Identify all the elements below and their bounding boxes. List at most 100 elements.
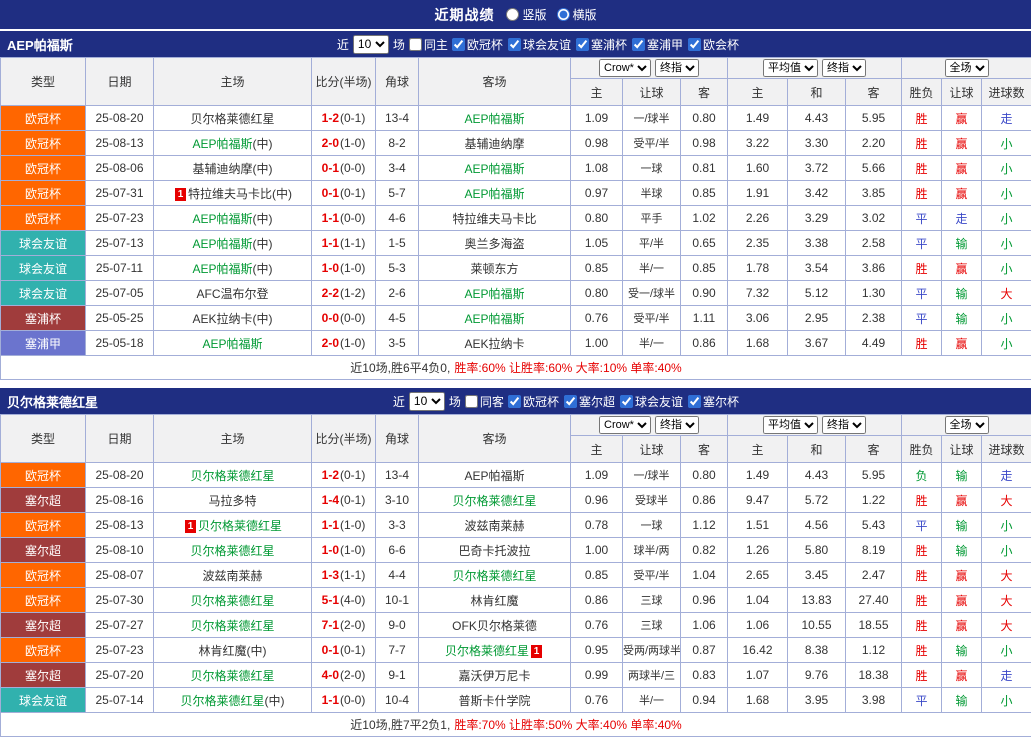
score-cell[interactable]: 1-3(1-1) (312, 563, 376, 588)
away-team[interactable]: 莱顿东方 (419, 256, 571, 281)
score-cell[interactable]: 1-0(1-0) (312, 256, 376, 281)
score-cell[interactable]: 7-1(2-0) (312, 613, 376, 638)
league-filter-checkbox[interactable] (620, 395, 633, 408)
score-cell[interactable]: 1-1(0-0) (312, 206, 376, 231)
away-team[interactable]: AEP帕福斯 (419, 106, 571, 131)
handicap-stage-select[interactable]: 终指 (655, 416, 699, 434)
score-cell[interactable]: 0-1(0-1) (312, 181, 376, 206)
league-filter-checkbox[interactable] (576, 38, 589, 51)
home-team[interactable]: 贝尔格莱德红星 (154, 588, 312, 613)
away-team[interactable]: 贝尔格莱德红星 (419, 488, 571, 513)
away-team[interactable]: 林肯红魔 (419, 588, 571, 613)
average-select[interactable]: 平均值 (763, 416, 818, 434)
average-select[interactable]: 平均值 (763, 59, 818, 77)
home-team[interactable]: AEP帕福斯(中) (154, 256, 312, 281)
radio-icon[interactable] (506, 8, 519, 21)
home-team[interactable]: 贝尔格莱德红星 (154, 663, 312, 688)
home-team[interactable]: 马拉多特 (154, 488, 312, 513)
away-team[interactable]: 波兹南莱赫 (419, 513, 571, 538)
home-team[interactable]: 波兹南莱赫 (154, 563, 312, 588)
euro-stage-select[interactable]: 终指 (822, 59, 866, 77)
home-team[interactable]: AEP帕福斯(中) (154, 231, 312, 256)
away-team[interactable]: 贝尔格莱德红星 (419, 563, 571, 588)
away-team[interactable]: 贝尔格莱德红星1 (419, 638, 571, 663)
away-team[interactable]: 嘉沃伊万尼卡 (419, 663, 571, 688)
league-filter[interactable]: 塞尔杯 (688, 393, 739, 410)
home-team[interactable]: 贝尔格莱德红星 (154, 463, 312, 488)
league-filter[interactable]: 塞浦杯 (576, 36, 627, 53)
score-cell[interactable]: 2-0(1-0) (312, 331, 376, 356)
score-cell[interactable]: 1-1(1-1) (312, 231, 376, 256)
league-filter[interactable]: 欧会杯 (688, 36, 739, 53)
score-cell[interactable]: 0-1(0-1) (312, 638, 376, 663)
same-venue-filter[interactable]: 同客 (465, 393, 504, 410)
away-team[interactable]: AEP帕福斯 (419, 463, 571, 488)
league-filter[interactable]: 欧冠杯 (508, 393, 559, 410)
home-team[interactable]: 贝尔格莱德红星(中) (154, 688, 312, 713)
score-cell[interactable]: 4-0(2-0) (312, 663, 376, 688)
home-team[interactable]: AEP帕福斯(中) (154, 206, 312, 231)
score-cell[interactable]: 5-1(4-0) (312, 588, 376, 613)
score-cell[interactable]: 2-0(1-0) (312, 131, 376, 156)
score-cell[interactable]: 1-0(1-0) (312, 538, 376, 563)
score-cell[interactable]: 0-0(0-0) (312, 306, 376, 331)
away-team[interactable]: 奥兰多海盗 (419, 231, 571, 256)
home-team[interactable]: 基辅迪纳摩(中) (154, 156, 312, 181)
home-team[interactable]: 1贝尔格莱德红星 (154, 513, 312, 538)
euro-stage-select[interactable]: 终指 (822, 416, 866, 434)
scope-select[interactable]: 全场 (945, 59, 989, 77)
score-cell[interactable]: 0-1(0-0) (312, 156, 376, 181)
same-venue-filter[interactable]: 同主 (409, 36, 448, 53)
away-team[interactable]: AEP帕福斯 (419, 156, 571, 181)
league-filter-checkbox[interactable] (632, 38, 645, 51)
layout-radio-horizontal[interactable]: 横版 (557, 6, 597, 23)
score-cell[interactable]: 1-2(0-1) (312, 106, 376, 131)
league-filter-checkbox[interactable] (564, 395, 577, 408)
home-team[interactable]: 贝尔格莱德红星 (154, 538, 312, 563)
bookmaker-select[interactable]: Crow* (599, 416, 651, 434)
league-filter-checkbox[interactable] (508, 38, 521, 51)
league-filter-checkbox[interactable] (688, 395, 701, 408)
match-date: 25-08-16 (86, 488, 154, 513)
home-team[interactable]: 林肯红魔(中) (154, 638, 312, 663)
league-filter[interactable]: 球会友谊 (508, 36, 571, 53)
league-filter[interactable]: 欧冠杯 (452, 36, 503, 53)
home-team[interactable]: 贝尔格莱德红星 (154, 613, 312, 638)
away-team[interactable]: OFK贝尔格莱德 (419, 613, 571, 638)
away-team[interactable]: 巴奇卡托波拉 (419, 538, 571, 563)
away-team[interactable]: AEP帕福斯 (419, 181, 571, 206)
layout-radio-vertical[interactable]: 竖版 (506, 6, 546, 23)
score-cell[interactable]: 1-1(0-0) (312, 688, 376, 713)
home-team[interactable]: 贝尔格莱德红星 (154, 106, 312, 131)
score-cell[interactable]: 1-2(0-1) (312, 463, 376, 488)
home-team[interactable]: AEP帕福斯 (154, 331, 312, 356)
col-home: 主场 (154, 58, 312, 106)
home-team[interactable]: 1特拉维夫马卡比(中) (154, 181, 312, 206)
radio-icon[interactable] (557, 8, 570, 21)
league-filter-checkbox[interactable] (688, 38, 701, 51)
away-team[interactable]: 基辅迪纳摩 (419, 131, 571, 156)
away-team[interactable]: AEK拉纳卡 (419, 331, 571, 356)
home-team[interactable]: AEP帕福斯(中) (154, 131, 312, 156)
home-team[interactable]: AFC温布尔登 (154, 281, 312, 306)
away-team[interactable]: AEP帕福斯 (419, 306, 571, 331)
bookmaker-select[interactable]: Crow* (599, 59, 651, 77)
away-team[interactable]: 普斯卡什学院 (419, 688, 571, 713)
league-filter[interactable]: 塞尔超 (564, 393, 615, 410)
away-team[interactable]: AEP帕福斯 (419, 281, 571, 306)
away-team[interactable]: 特拉维夫马卡比 (419, 206, 571, 231)
handicap-stage-select[interactable]: 终指 (655, 59, 699, 77)
score-cell[interactable]: 1-4(0-1) (312, 488, 376, 513)
league-filter[interactable]: 球会友谊 (620, 393, 683, 410)
league-filter[interactable]: 塞浦甲 (632, 36, 683, 53)
score-cell[interactable]: 1-1(1-0) (312, 513, 376, 538)
same-venue-checkbox[interactable] (465, 395, 478, 408)
league-filter-checkbox[interactable] (508, 395, 521, 408)
scope-select[interactable]: 全场 (945, 416, 989, 434)
league-filter-checkbox[interactable] (452, 38, 465, 51)
score-cell[interactable]: 2-2(1-2) (312, 281, 376, 306)
recent-count-select[interactable]: 10 (409, 392, 445, 411)
recent-count-select[interactable]: 10 (353, 35, 389, 54)
home-team[interactable]: AEK拉纳卡(中) (154, 306, 312, 331)
same-venue-checkbox[interactable] (409, 38, 422, 51)
